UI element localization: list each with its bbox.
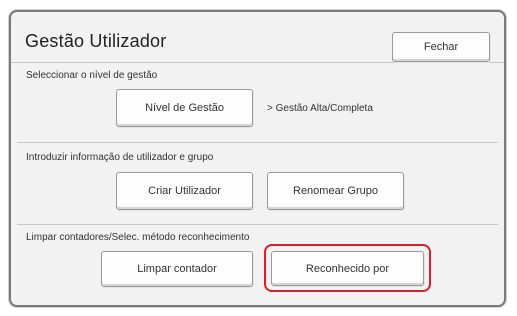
section-divider <box>17 224 498 225</box>
create-user-button[interactable]: Criar Utilizador <box>116 172 253 210</box>
counters-recognition-label: Limpar contadores/Selec. método reconhec… <box>26 232 250 243</box>
rename-group-button[interactable]: Renomear Grupo <box>267 172 404 210</box>
management-level-button[interactable]: Nível de Gestão <box>116 89 253 127</box>
clear-counter-button[interactable]: Limpar contador <box>101 251 253 287</box>
section-divider <box>17 142 498 143</box>
user-management-dialog: Gestão Utilizador Fechar Seleccionar o n… <box>9 10 506 307</box>
dialog-title: Gestão Utilizador <box>25 31 167 51</box>
user-group-info-label: Introduzir informação de utilizador e gr… <box>26 152 214 163</box>
recognized-by-highlight <box>264 244 431 292</box>
management-level-value: > Gestão Alta/Completa <box>267 103 373 114</box>
dialog-title-bar: Gestão Utilizador Fechar <box>11 12 504 63</box>
close-button[interactable]: Fechar <box>392 32 490 62</box>
management-level-label: Seleccionar o nível de gestão <box>26 70 158 81</box>
